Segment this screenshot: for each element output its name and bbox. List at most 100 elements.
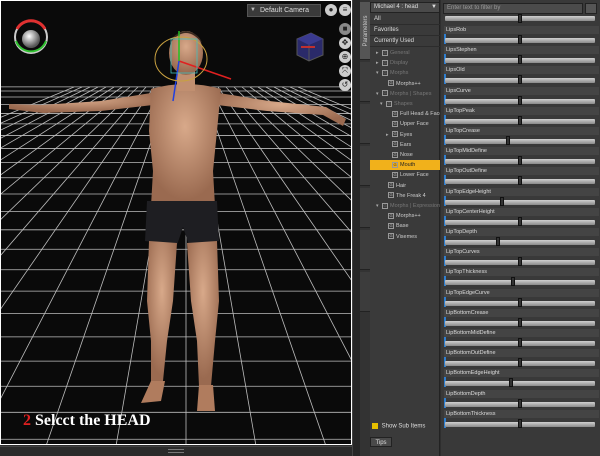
scene-grid bbox=[1, 19, 351, 444]
parameter-row[interactable]: LipBottomThickness bbox=[443, 409, 599, 430]
3d-viewport[interactable]: ▼ Default Camera ● ≡ ■ ✥ ⊕ ⤧ ↺ 2 Selcct … bbox=[0, 0, 352, 445]
slider-knob[interactable] bbox=[518, 115, 522, 125]
view-cube[interactable] bbox=[296, 32, 324, 62]
group-icon: G bbox=[382, 49, 388, 56]
slider-knob[interactable] bbox=[518, 418, 522, 428]
parameter-row[interactable]: LipBottomEdgeHeight bbox=[443, 369, 599, 389]
toggle-icon[interactable]: ■ bbox=[339, 23, 351, 35]
orbit-widget[interactable] bbox=[14, 19, 48, 54]
search-icon[interactable] bbox=[585, 3, 597, 14]
slider-knob[interactable] bbox=[510, 277, 515, 287]
filter-input[interactable]: Enter text to filter by bbox=[443, 3, 583, 14]
parameter-row[interactable]: LipBottomDepth bbox=[443, 389, 599, 410]
tree-item[interactable]: G Mouth bbox=[370, 160, 440, 171]
tree-item[interactable]: ▾ G Morphs | Shapes bbox=[370, 89, 440, 99]
parameter-row[interactable]: LipBottomMidDefine bbox=[443, 329, 599, 349]
slider-knob[interactable] bbox=[518, 398, 522, 408]
pan-icon[interactable]: ✥ bbox=[339, 37, 351, 49]
resize-grip[interactable] bbox=[168, 449, 184, 453]
frame-icon[interactable]: ⤧ bbox=[339, 65, 351, 77]
slider-track[interactable] bbox=[445, 280, 595, 286]
tab-3[interactable] bbox=[360, 104, 370, 144]
slider-knob[interactable] bbox=[500, 196, 505, 206]
slider-track[interactable] bbox=[445, 199, 595, 205]
render-icon[interactable]: ● bbox=[325, 4, 337, 16]
slider-knob[interactable] bbox=[518, 55, 522, 65]
parameter-row[interactable]: LipTopDepth bbox=[443, 228, 599, 248]
tab-tips[interactable]: Tips bbox=[370, 437, 392, 447]
slider-knob[interactable] bbox=[518, 297, 522, 307]
slider-track[interactable] bbox=[445, 139, 595, 144]
tree-item[interactable]: G Morphs++ bbox=[370, 79, 440, 89]
tree-item[interactable]: ▸ G Display bbox=[370, 58, 440, 68]
tree-item-currently-used[interactable]: Currently Used bbox=[370, 36, 440, 47]
slider-knob[interactable] bbox=[518, 338, 522, 347]
slider-knob[interactable] bbox=[518, 216, 522, 226]
tab-parameters[interactable]: Parameters bbox=[360, 2, 370, 60]
tree-item-favorites[interactable]: Favorites bbox=[370, 25, 440, 36]
parameter-row[interactable]: LipTopCenterHeight bbox=[443, 207, 599, 228]
tree-item[interactable]: G Hair bbox=[370, 181, 440, 191]
show-sub-items-label: Show Sub Items bbox=[381, 423, 426, 430]
figure-dropdown[interactable]: Michael 4 : head ▼ bbox=[370, 2, 440, 13]
zoom-icon[interactable]: ⊕ bbox=[339, 51, 351, 63]
parameter-row[interactable]: LipTopEdgeHeight bbox=[443, 187, 599, 208]
slider-track[interactable] bbox=[445, 240, 595, 245]
parameter-row[interactable]: LipBottomCrease bbox=[443, 308, 599, 329]
slider-knob[interactable] bbox=[518, 176, 522, 186]
tree-item[interactable]: ▸ G Eyes bbox=[370, 130, 440, 140]
slider-knob[interactable] bbox=[518, 358, 522, 368]
parameter-row[interactable]: LipTopPeak bbox=[443, 106, 599, 127]
parameter-row[interactable]: LipsCurve bbox=[443, 86, 599, 107]
group-icon: G bbox=[388, 233, 394, 240]
tab-5[interactable] bbox=[360, 188, 370, 228]
tree-item-label: Mouth bbox=[400, 162, 416, 169]
parameter-row[interactable]: LipTopEdgeCurve bbox=[443, 288, 599, 309]
group-icon: G bbox=[392, 151, 398, 158]
parameter-row[interactable]: LipTopThickness bbox=[443, 268, 599, 288]
parameter-row[interactable]: LipsRob bbox=[443, 26, 599, 46]
parameter-row[interactable]: LipTopOutDefine bbox=[443, 167, 599, 187]
slider-knob[interactable] bbox=[518, 75, 522, 85]
tree-item[interactable]: G The Freak 4 bbox=[370, 191, 440, 201]
parameter-row[interactable]: LipBottomOutDefine bbox=[443, 349, 599, 369]
slider-track[interactable] bbox=[445, 381, 595, 387]
tab-2[interactable] bbox=[360, 62, 370, 102]
slider-knob[interactable] bbox=[518, 317, 522, 327]
tab-4[interactable] bbox=[360, 146, 370, 186]
tab-6[interactable] bbox=[360, 230, 370, 270]
camera-dropdown[interactable]: ▼ Default Camera bbox=[247, 4, 321, 17]
slider-knob[interactable] bbox=[518, 95, 522, 105]
tab-7[interactable] bbox=[360, 272, 370, 312]
tree-item[interactable]: G Full Head & Face bbox=[370, 109, 440, 119]
slider-knob[interactable] bbox=[506, 136, 511, 145]
show-sub-items-checkbox[interactable]: Show Sub Items bbox=[372, 423, 425, 430]
slider-knob[interactable] bbox=[509, 378, 514, 388]
slider-knob[interactable] bbox=[518, 14, 522, 23]
reset-icon[interactable]: ↺ bbox=[339, 79, 351, 91]
slider-knob[interactable] bbox=[496, 237, 501, 246]
parameter-row[interactable]: LipTopCrease bbox=[443, 127, 599, 147]
tree-item[interactable]: G Lower Face bbox=[370, 170, 440, 180]
parameter-row[interactable]: LipTopCurves bbox=[443, 248, 599, 268]
tree-item[interactable]: G Visemes bbox=[370, 232, 440, 242]
tree-item[interactable]: ▸ G General bbox=[370, 48, 440, 58]
tree-item[interactable]: ▾ G Shapes bbox=[370, 99, 440, 109]
tree-item[interactable]: G Ears bbox=[370, 140, 440, 150]
human-figure[interactable] bbox=[9, 31, 346, 411]
parameter-row[interactable]: LipTopMidDefine bbox=[443, 147, 599, 167]
tree-item[interactable]: G Base bbox=[370, 221, 440, 231]
tree-item[interactable]: G Upper Face bbox=[370, 119, 440, 129]
tree-item[interactable]: ▾ G Morphs bbox=[370, 68, 440, 78]
tree-item-all[interactable]: All bbox=[370, 14, 440, 25]
parameter-row[interactable]: LipsStephen bbox=[443, 46, 599, 66]
tree-item[interactable]: G Nose bbox=[370, 150, 440, 160]
tree-item[interactable]: ▾ G Morphs | Expressions bbox=[370, 201, 440, 211]
parameter-row[interactable]: LipsOld bbox=[443, 66, 599, 86]
options-icon[interactable]: ≡ bbox=[339, 4, 351, 16]
slider-knob[interactable] bbox=[518, 156, 522, 166]
tree-item[interactable]: G Morphs++ bbox=[370, 211, 440, 221]
slider-knob[interactable] bbox=[518, 257, 522, 267]
pane-splitter[interactable] bbox=[352, 0, 360, 456]
slider-knob[interactable] bbox=[518, 35, 522, 44]
